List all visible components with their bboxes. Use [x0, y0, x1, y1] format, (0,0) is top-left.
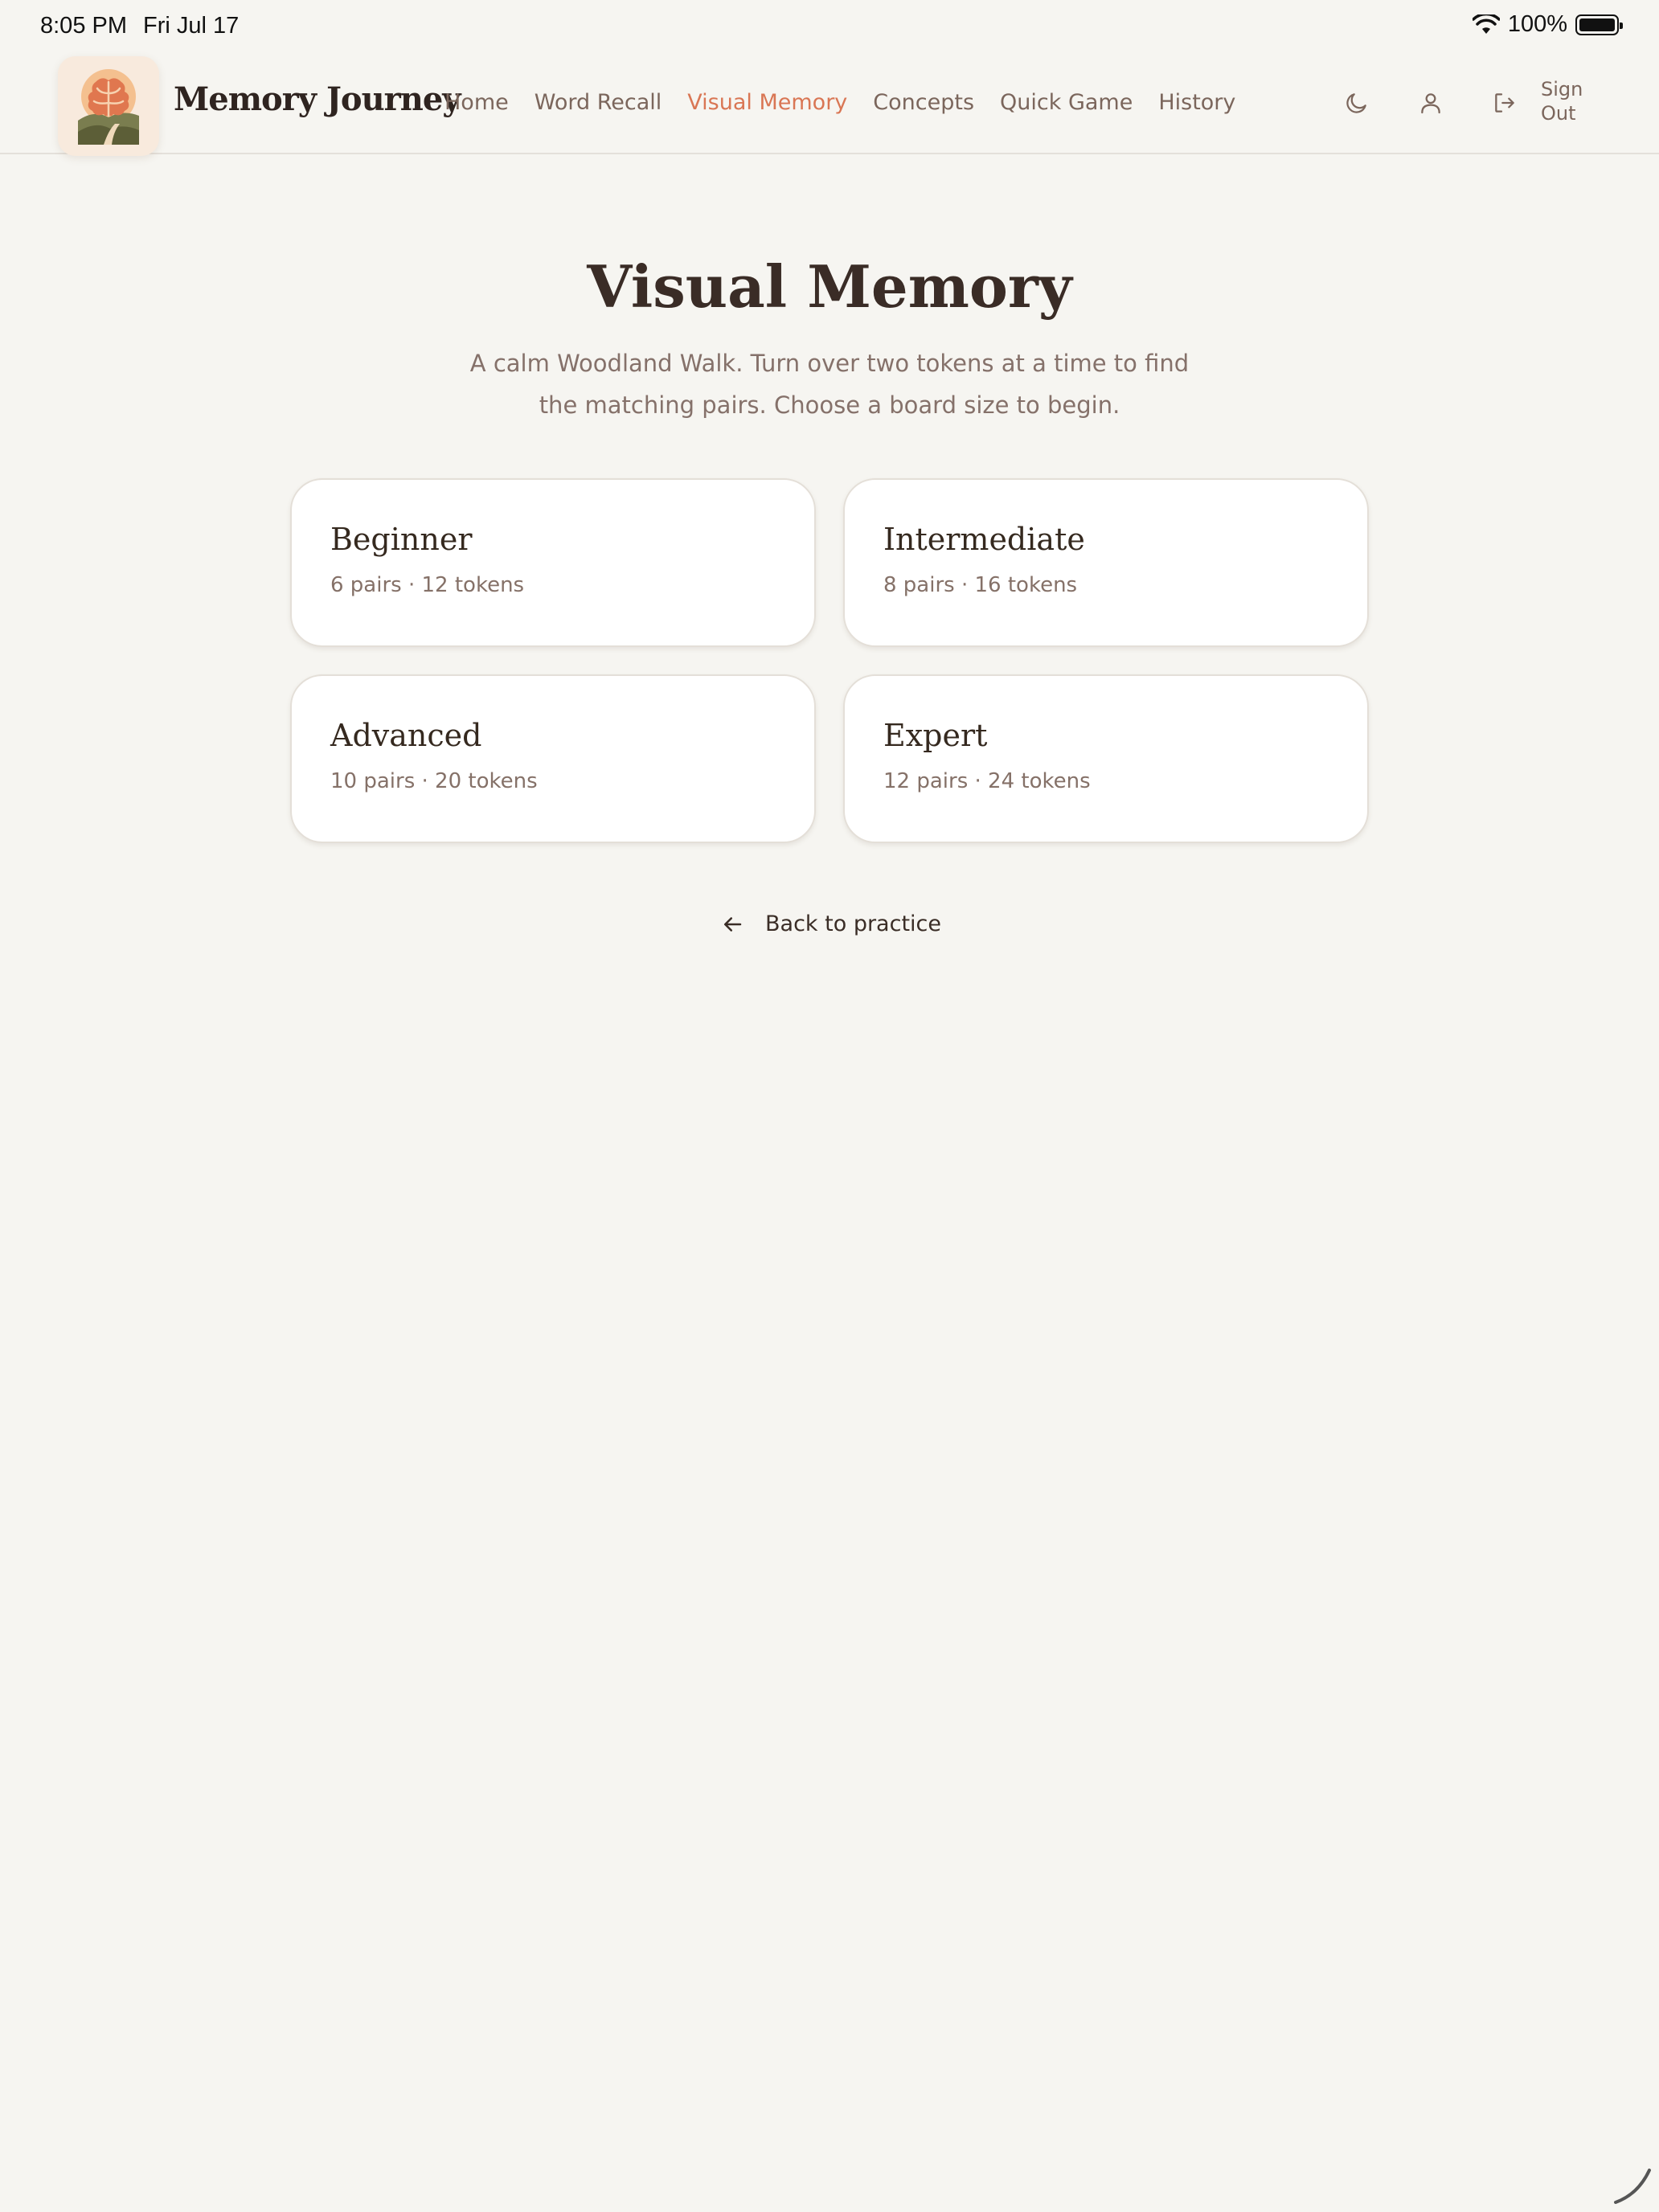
sign-out-label-line2: Out — [1541, 102, 1576, 125]
nav-visual-memory[interactable]: Visual Memory — [687, 90, 847, 115]
top-navigation: Memory Journey Home Word Recall Visual M… — [0, 51, 1659, 156]
back-to-practice-link[interactable]: Back to practice — [720, 911, 941, 936]
main-nav: Home Word Recall Visual Memory Concepts … — [444, 90, 1235, 115]
page-title: Visual Memory — [587, 252, 1072, 321]
subtitle-line2: the matching pairs. Choose a board size … — [539, 391, 1120, 419]
nav-word-recall[interactable]: Word Recall — [535, 90, 662, 115]
app-logo[interactable] — [58, 56, 159, 156]
nav-concepts[interactable]: Concepts — [873, 90, 974, 115]
status-date: Fri Jul 17 — [143, 13, 240, 39]
theme-toggle-button[interactable] — [1341, 87, 1373, 119]
subtitle-line1: A calm Woodland Walk. Turn over two toke… — [469, 350, 1190, 377]
level-name: Intermediate — [883, 522, 1085, 557]
level-card-beginner[interactable]: Beginner 6 pairs · 12 tokens — [290, 478, 816, 647]
back-label: Back to practice — [765, 911, 941, 936]
status-time: 8:05 PM — [40, 13, 127, 39]
sign-out-icon — [1495, 93, 1514, 113]
status-right: 100% — [1472, 11, 1623, 38]
level-card-intermediate[interactable]: Intermediate 8 pairs · 16 tokens — [843, 478, 1369, 647]
battery-icon — [1575, 14, 1623, 35]
brain-logo-icon — [78, 69, 139, 145]
user-icon — [1421, 93, 1440, 114]
battery-percent: 100% — [1507, 11, 1567, 37]
brand-name[interactable]: Memory Journey — [174, 80, 461, 118]
page-subtitle: A calm Woodland Walk. Turn over two toke… — [468, 342, 1191, 426]
level-card-advanced[interactable]: Advanced 10 pairs · 20 tokens — [290, 674, 816, 843]
level-name: Beginner — [330, 522, 473, 557]
wifi-icon — [1472, 14, 1500, 34]
profile-button[interactable] — [1415, 87, 1447, 119]
nav-quick-game[interactable]: Quick Game — [1000, 90, 1133, 115]
sign-out-label[interactable]: Sign Out — [1541, 77, 1597, 125]
level-detail: 6 pairs · 12 tokens — [330, 573, 525, 597]
status-bar: 8:05 PM Fri Jul 17 100% — [0, 0, 1659, 51]
level-detail: 10 pairs · 20 tokens — [330, 769, 538, 793]
level-detail: 12 pairs · 24 tokens — [883, 769, 1091, 793]
resize-handle-icon — [1614, 2169, 1651, 2204]
sign-out-button[interactable] — [1489, 87, 1521, 119]
arrow-left-icon — [724, 916, 742, 932]
level-name: Expert — [883, 718, 988, 753]
nav-home[interactable]: Home — [444, 90, 509, 115]
level-name: Advanced — [330, 718, 482, 753]
moon-icon — [1346, 93, 1366, 113]
level-detail: 8 pairs · 16 tokens — [883, 573, 1078, 597]
level-card-expert[interactable]: Expert 12 pairs · 24 tokens — [843, 674, 1369, 843]
sign-out-label-line1: Sign — [1541, 78, 1583, 100]
nav-history[interactable]: History — [1158, 90, 1235, 115]
